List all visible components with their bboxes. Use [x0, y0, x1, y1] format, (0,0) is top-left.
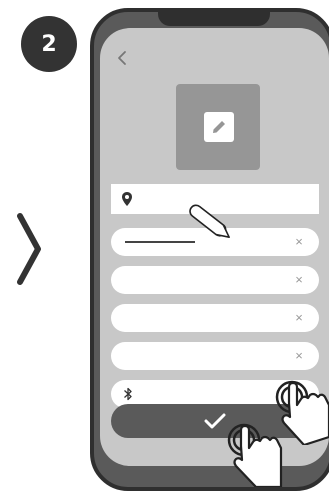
edit-photo-button[interactable] [204, 112, 234, 142]
text-field-3[interactable]: × [111, 304, 319, 332]
clear-icon[interactable]: × [293, 349, 305, 362]
checkmark-icon [204, 413, 226, 429]
phone-notch [158, 8, 270, 26]
pencil-icon [213, 121, 225, 133]
hand-tap-icon [227, 423, 283, 487]
clear-icon[interactable]: × [293, 311, 305, 324]
text-field-4[interactable]: × [111, 342, 319, 370]
bluetooth-icon [124, 387, 132, 401]
chevron-left-icon[interactable] [116, 50, 128, 66]
map-pin-icon [122, 192, 132, 206]
text-field-2[interactable]: × [111, 266, 319, 294]
step-badge: 2 [21, 16, 77, 72]
chevron-right-icon [17, 213, 41, 285]
profile-picture[interactable] [176, 84, 260, 170]
stylus-icon [189, 204, 230, 238]
clear-icon[interactable]: × [293, 273, 305, 286]
swipe-line [125, 241, 195, 243]
step-number: 2 [41, 31, 57, 57]
clear-icon[interactable]: × [293, 235, 305, 248]
